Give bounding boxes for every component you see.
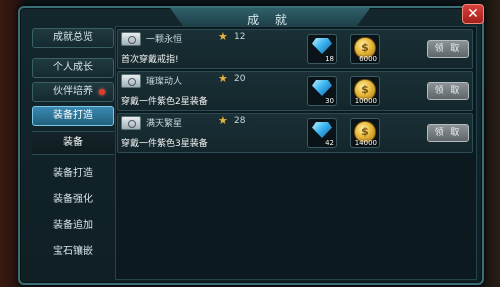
star-icon: ★ <box>218 72 228 85</box>
gift-box-icon <box>121 116 141 130</box>
close-button[interactable]: ✕ <box>462 4 484 24</box>
reward-slot[interactable]: $ 14000 <box>350 118 380 148</box>
gift-box-icon <box>121 74 141 88</box>
achievement-points: 28 <box>234 116 246 126</box>
gift-box-icon <box>121 32 141 46</box>
achievement-description: 穿戴一件紫色3星装备 <box>121 139 208 149</box>
reward-slot[interactable]: $ 10000 <box>350 76 380 106</box>
star-icon: ★ <box>218 30 228 43</box>
tab-overview[interactable]: 成就总览 <box>32 28 114 48</box>
subitem-gem-inlay[interactable]: 宝石镶嵌 <box>32 242 114 257</box>
achievement-description: 首次穿戴戒指! <box>121 55 179 65</box>
sidebar: 成就总览 个人成长 伙伴培养 装备打造 装备 装备打造 装备强化 装备追加 宝石… <box>32 28 114 280</box>
diamond-icon <box>312 122 332 138</box>
claim-button[interactable]: 领 取 <box>427 124 469 142</box>
reward-count: 18 <box>325 55 334 63</box>
reward-slot[interactable]: $ 6000 <box>350 34 380 64</box>
achievement-row: 璀璨动人 ★ 20 穿戴一件紫色2星装备 30 $ 10000 领 取 <box>117 71 473 111</box>
reward-count: 30 <box>325 97 334 105</box>
achievement-row: 一颗永恒 ★ 12 首次穿戴戒指! 18 $ 6000 领 取 <box>117 29 473 69</box>
subitem-equipment-forging[interactable]: 装备打造 <box>32 164 114 179</box>
subitem-equipment-append[interactable]: 装备追加 <box>32 216 114 231</box>
claim-button[interactable]: 领 取 <box>427 82 469 100</box>
claim-button[interactable]: 领 取 <box>427 40 469 58</box>
achievement-points: 12 <box>234 32 246 42</box>
diamond-icon <box>312 38 332 54</box>
achievement-points: 20 <box>234 74 246 84</box>
tab-equipment-forging[interactable]: 装备打造 <box>32 106 114 126</box>
tab-personal-growth[interactable]: 个人成长 <box>32 58 114 78</box>
notification-dot <box>99 89 105 95</box>
diamond-icon <box>312 80 332 96</box>
tab-partner-training[interactable]: 伙伴培养 <box>32 82 114 102</box>
achievement-name: 一颗永恒 <box>146 35 183 45</box>
tab-partner-training-label: 伙伴培养 <box>53 86 93 97</box>
reward-count: 6000 <box>359 55 377 63</box>
star-icon: ★ <box>218 114 228 127</box>
reward-count: 10000 <box>354 97 377 105</box>
achievement-name: 满天繁星 <box>146 119 183 129</box>
reward-count: 14000 <box>354 139 377 147</box>
achievement-description: 穿戴一件紫色2星装备 <box>121 97 208 107</box>
achievement-name: 璀璨动人 <box>146 77 183 87</box>
reward-slot[interactable]: 30 <box>307 76 337 106</box>
subitem-equipment[interactable]: 装备 <box>32 131 114 155</box>
reward-slot[interactable]: 42 <box>307 118 337 148</box>
reward-count: 42 <box>325 139 334 147</box>
achievement-row: 满天繁星 ★ 28 穿戴一件紫色3星装备 42 $ 14000 领 取 <box>117 113 473 153</box>
subitem-equipment-enhance[interactable]: 装备强化 <box>32 190 114 205</box>
reward-slot[interactable]: 18 <box>307 34 337 64</box>
